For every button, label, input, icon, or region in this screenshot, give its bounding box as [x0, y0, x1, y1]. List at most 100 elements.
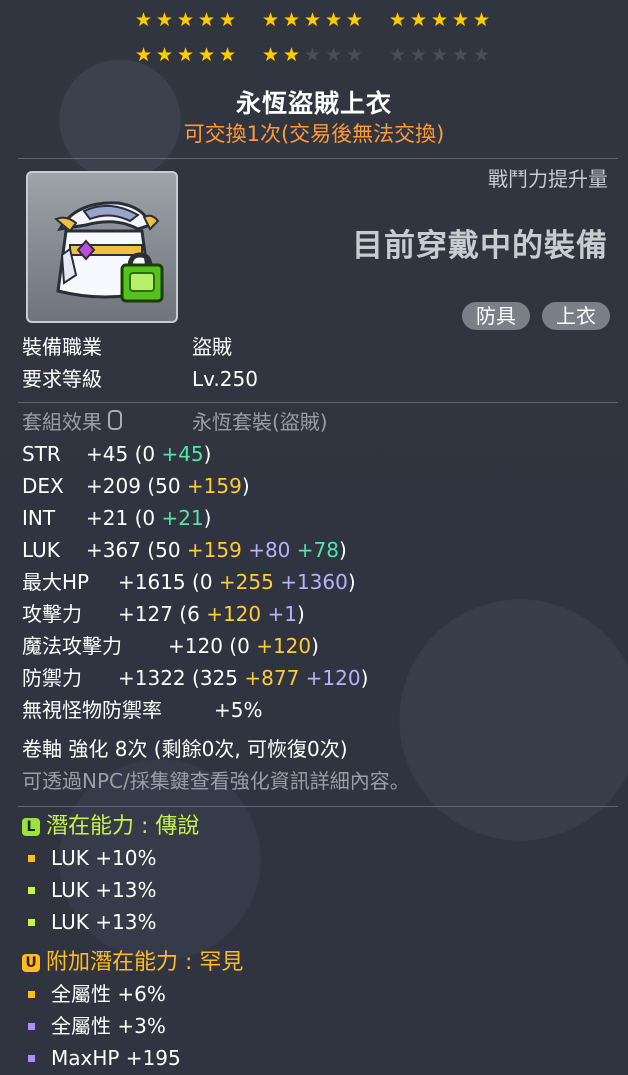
- star-group: ★ ★ ★ ★ ★: [133, 45, 238, 67]
- stat-value-part: +78: [296, 538, 339, 562]
- stat-value: +21 (0 +21): [86, 504, 211, 532]
- lock-icon: [108, 410, 122, 430]
- star-empty-icon: ★: [303, 44, 322, 66]
- potential-line-text: LUK +13%: [51, 878, 157, 902]
- stat-value-part: +120: [305, 666, 361, 690]
- bullet-icon: [28, 1055, 35, 1062]
- star-filled-icon: ★: [155, 44, 174, 66]
- star-filled-icon: ★: [197, 44, 216, 66]
- stat-value-part: +127 (6: [118, 602, 207, 626]
- star-group: ★ ★ ★ ★ ★: [387, 10, 492, 32]
- stat-value: +120 (0 +120): [168, 632, 319, 660]
- tag-armor: 防具: [462, 302, 530, 330]
- potential-line: MaxHP +195: [28, 1044, 181, 1072]
- potential-line: LUK +13%: [28, 908, 156, 936]
- req-job: 裝備職業 盜賊: [22, 333, 232, 361]
- potential-line-text: MaxHP +195: [51, 1046, 181, 1070]
- stat-label: 防禦力: [22, 666, 82, 690]
- stat-row: INT +21 (0 +21): [22, 504, 211, 532]
- stat-value-part: ): [203, 442, 212, 466]
- divider: [18, 402, 618, 403]
- star-filled-icon: ★: [282, 44, 301, 66]
- stat-value-part: ): [347, 570, 356, 594]
- star-empty-icon: ★: [409, 44, 428, 66]
- stat-value-part: ): [360, 666, 369, 690]
- bullet-icon: [28, 1023, 35, 1030]
- stat-value-part: ): [241, 474, 250, 498]
- potential-line: LUK +13%: [28, 876, 156, 904]
- stat-value-part: +159: [186, 474, 242, 498]
- star-group: ★ ★ ★ ★ ★: [260, 45, 365, 67]
- req-job-value: 盜賊: [192, 335, 232, 359]
- stat-value-part: +45: [161, 442, 204, 466]
- stat-label: DEX: [22, 474, 64, 498]
- potential-line: LUK +10%: [28, 844, 156, 872]
- stat-value-part: +255: [218, 570, 274, 594]
- stat-value: +1322 (325 +877 +120): [118, 664, 368, 692]
- stat-value-part: +367 (50: [86, 538, 187, 562]
- set-effect-value: 永恆套裝(盜賊): [192, 410, 328, 434]
- star-empty-icon: ★: [345, 44, 364, 66]
- additional-potential-header: U 附加潛在能力 : 罕見: [22, 948, 243, 978]
- star-force-row-2: ★ ★ ★ ★ ★ ★ ★ ★ ★ ★ ★ ★ ★ ★ ★: [133, 45, 514, 67]
- set-effect-label: 套組效果: [22, 410, 102, 434]
- star-filled-icon: ★: [134, 9, 153, 31]
- star-empty-icon: ★: [324, 44, 343, 66]
- divider: [18, 158, 618, 159]
- stat-value-part: +1322 (325: [118, 666, 245, 690]
- star-filled-icon: ★: [155, 9, 174, 31]
- bullet-icon: [28, 887, 35, 894]
- item-icon: [26, 171, 178, 323]
- star-filled-icon: ★: [303, 9, 322, 31]
- stat-value-part: ): [339, 538, 347, 562]
- stat-row: 無視怪物防禦率 +5%: [22, 696, 263, 724]
- stat-label: 最大HP: [22, 570, 90, 594]
- req-job-label: 裝備職業: [22, 335, 102, 359]
- stat-value-part: +21: [161, 506, 204, 530]
- stat-value-part: +1360: [280, 570, 348, 594]
- potential-line: 全屬性 +6%: [28, 980, 166, 1008]
- stat-value-part: +1: [267, 602, 297, 626]
- star-group: ★ ★ ★ ★ ★: [260, 10, 365, 32]
- star-group: ★ ★ ★ ★ ★: [133, 10, 238, 32]
- stat-value-part: ): [296, 602, 305, 626]
- stat-value-part: +1615 (0: [118, 570, 219, 594]
- stat-value-part: +80: [248, 538, 291, 562]
- star-filled-icon: ★: [176, 44, 195, 66]
- star-filled-icon: ★: [430, 9, 449, 31]
- stat-row: STR +45 (0 +45): [22, 440, 211, 468]
- stat-label: 攻擊力: [22, 602, 82, 626]
- star-filled-icon: ★: [409, 9, 428, 31]
- stat-value-part: +209 (50: [86, 474, 187, 498]
- bullet-icon: [28, 991, 35, 998]
- star-filled-icon: ★: [472, 9, 491, 31]
- currently-equipped-label: 目前穿戴中的裝備: [352, 228, 608, 264]
- stat-value-part: +45 (0: [86, 442, 162, 466]
- star-filled-icon: ★: [197, 9, 216, 31]
- stat-row: DEX +209 (50 +159): [22, 472, 250, 500]
- scroll-hint: 可透過NPC/採集鍵查看強化資訊詳細內容。: [22, 769, 410, 793]
- star-filled-icon: ★: [134, 44, 153, 66]
- stat-value-part: +159: [186, 538, 242, 562]
- star-filled-icon: ★: [218, 44, 237, 66]
- trade-note: 可交換1次(交易後無法交換): [183, 122, 445, 146]
- bullet-icon: [28, 919, 35, 926]
- potential-title: 潛在能力 : 傳說: [46, 814, 200, 839]
- stat-value: +5%: [214, 696, 263, 724]
- star-empty-icon: ★: [430, 44, 449, 66]
- stat-value-part: +5%: [214, 698, 263, 722]
- star-filled-icon: ★: [324, 9, 343, 31]
- combat-power-label: 戰鬥力提升量: [488, 167, 608, 191]
- stat-value-part: +877: [244, 666, 300, 690]
- stat-value-part: +120: [256, 634, 312, 658]
- star-group: ★ ★ ★ ★ ★: [387, 45, 492, 67]
- req-level-label: 要求等級: [22, 367, 102, 391]
- stat-value: +367 (50 +159 +80 +78): [86, 536, 347, 564]
- potential-line-text: LUK +10%: [51, 846, 157, 870]
- stat-value: +45 (0 +45): [86, 440, 211, 468]
- star-empty-icon: ★: [451, 44, 470, 66]
- stat-value-part: +120: [206, 602, 262, 626]
- stat-row: LUK +367 (50 +159 +80 +78): [22, 536, 347, 564]
- item-name: 永恆盜賊上衣: [235, 89, 392, 118]
- stat-row: 防禦力 +1322 (325 +877 +120): [22, 664, 368, 692]
